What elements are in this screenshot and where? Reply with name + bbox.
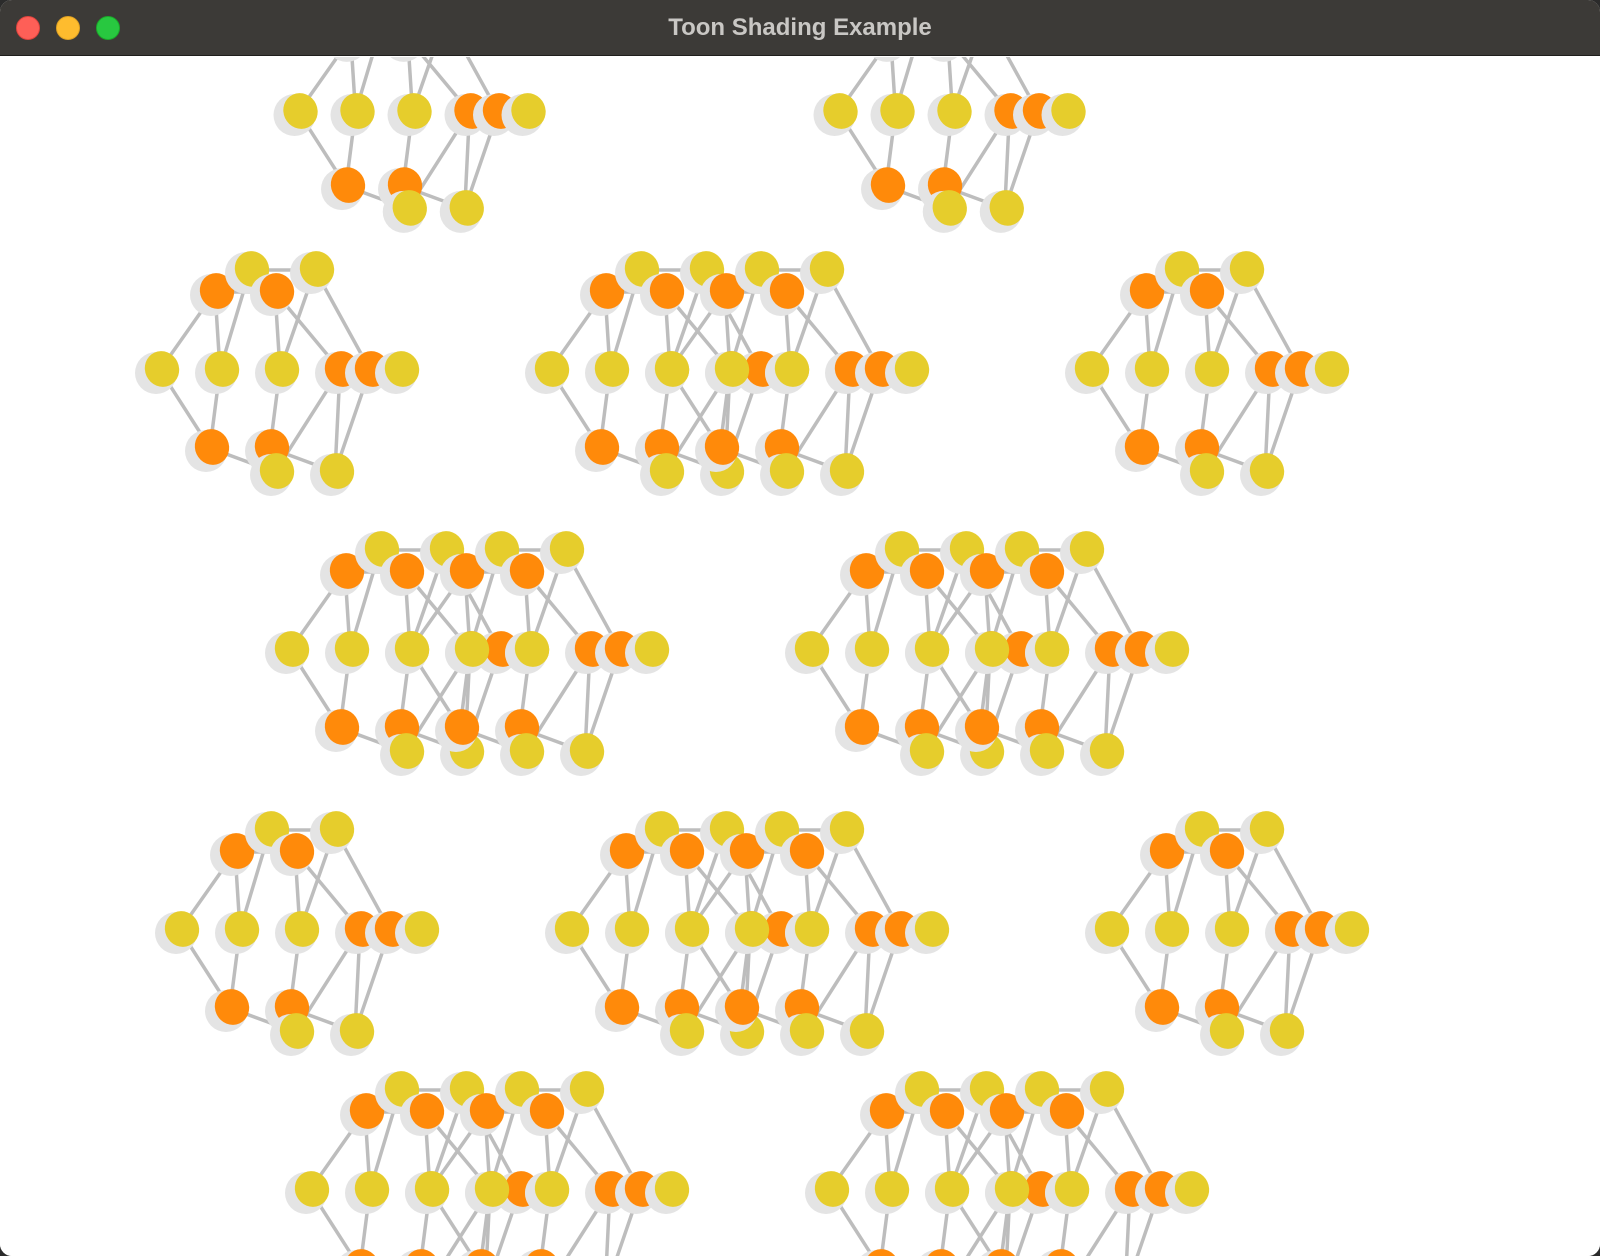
atom-sphere-233: [921, 1249, 960, 1256]
atom-sphere-141: [215, 911, 260, 954]
atom-sphere-154: [545, 911, 590, 954]
atom-sphere-67: [820, 453, 865, 496]
atom-sphere-35: [290, 251, 335, 294]
atom-sphere-98: [385, 631, 430, 674]
atom-sphere-181: [905, 911, 950, 954]
atom-sphere-112: [785, 631, 830, 674]
atom-sphere-70: [1065, 351, 1110, 394]
atom-sphere-219: [521, 1249, 560, 1256]
atom-sphere-153: [395, 911, 440, 954]
atom-sphere-183: [1145, 911, 1190, 954]
atom-sphere-8: [321, 167, 366, 211]
atom-sphere-225: [865, 1171, 910, 1214]
atom-sphere-155: [605, 911, 650, 954]
atom-sphere-182: [1085, 911, 1130, 954]
atom-sphere-105: [540, 531, 585, 574]
atom-sphere-39: [310, 453, 355, 496]
atom-sphere-126: [905, 631, 950, 674]
atom-sphere-245: [1080, 1071, 1125, 1114]
atom-sphere-210: [405, 1171, 450, 1214]
atom-sphere-78: [1115, 429, 1160, 472]
atom-sphere-162: [595, 989, 640, 1032]
atom-sphere-85: [325, 631, 370, 674]
render-viewport[interactable]: [0, 57, 1600, 1256]
atom-sphere-28: [135, 351, 180, 394]
atom-sphere-168: [665, 911, 710, 954]
atom-sphere-100: [505, 631, 550, 674]
atom-sphere-217: [560, 1071, 605, 1114]
atom-sphere-71: [1125, 351, 1170, 394]
atom-sphere-195: [1325, 911, 1370, 954]
atom-sphere-140: [155, 911, 200, 954]
atom-sphere-170: [785, 911, 830, 954]
atom-sphere-148: [205, 989, 250, 1032]
window-title: Toon Shading Example: [668, 14, 932, 41]
atom-sphere-92: [315, 709, 360, 752]
atom-sphere-2: [387, 93, 432, 136]
atom-sphere-109: [560, 733, 605, 776]
atom-sphere-247: [1041, 1249, 1080, 1256]
atom-sphere-128: [1025, 631, 1070, 674]
atom-sphere-77: [1220, 251, 1265, 294]
toon-shaded-lattice-canvas[interactable]: [0, 57, 1600, 1256]
atom-sphere-15: [870, 93, 915, 136]
atom-sphere-81: [1240, 453, 1285, 496]
atom-sphere-204: [341, 1249, 380, 1256]
atom-sphere-56: [645, 351, 690, 394]
atom-sphere-58: [765, 351, 810, 394]
atom-sphere-42: [525, 351, 570, 394]
atom-sphere-251: [1165, 1171, 1210, 1214]
atom-sphere-0: [273, 93, 318, 136]
atom-sphere-69: [885, 351, 930, 394]
atom-sphere-50: [575, 429, 620, 472]
atom-sphere-212: [525, 1171, 570, 1214]
atom-layer: [135, 57, 1370, 1256]
atom-sphere-13: [501, 93, 546, 136]
atom-sphere-190: [1135, 989, 1180, 1032]
atom-sphere-25: [979, 190, 1024, 233]
atom-sphere-142: [275, 911, 320, 954]
atom-sphere-84: [265, 631, 310, 674]
atom-sphere-16: [927, 93, 972, 136]
atom-sphere-184: [1205, 911, 1250, 954]
atom-sphere-196: [285, 1171, 330, 1214]
atom-sphere-179: [840, 1013, 885, 1056]
atom-sphere-238: [925, 1171, 970, 1214]
atom-sphere-41: [375, 351, 420, 394]
atom-sphere-29: [195, 351, 240, 394]
atom-sphere-147: [310, 811, 355, 854]
atom-sphere-72: [1185, 351, 1230, 394]
atom-sphere-83: [1305, 351, 1350, 394]
atom-sphere-27: [1041, 93, 1086, 136]
atom-sphere-193: [1260, 1013, 1305, 1056]
atom-sphere-189: [1240, 811, 1285, 854]
atom-sphere-113: [845, 631, 890, 674]
atom-sphere-197: [345, 1171, 390, 1214]
atom-sphere-175: [820, 811, 865, 854]
atom-sphere-120: [835, 709, 880, 752]
atom-sphere-30: [255, 351, 300, 394]
atom-sphere-232: [861, 1249, 900, 1256]
atom-sphere-205: [401, 1249, 440, 1256]
atom-sphere-11: [439, 190, 484, 233]
atom-sphere-133: [1060, 531, 1105, 574]
atom-sphere-14: [813, 93, 858, 136]
atom-sphere-151: [330, 1013, 375, 1056]
atom-sphere-139: [1145, 631, 1190, 674]
atom-sphere-63: [800, 251, 845, 294]
atom-sphere-223: [645, 1171, 690, 1214]
atom-sphere-224: [805, 1171, 850, 1214]
atom-sphere-43: [585, 351, 630, 394]
title-bar[interactable]: Toon Shading Example: [0, 0, 1600, 56]
app-window: Toon Shading Example: [0, 0, 1600, 1256]
atom-sphere-111: [625, 631, 670, 674]
atom-sphere-1: [330, 93, 375, 136]
atom-sphere-240: [1045, 1171, 1090, 1214]
atom-sphere-36: [185, 429, 230, 472]
atom-sphere-22: [861, 167, 906, 211]
atom-sphere-137: [1080, 733, 1125, 776]
